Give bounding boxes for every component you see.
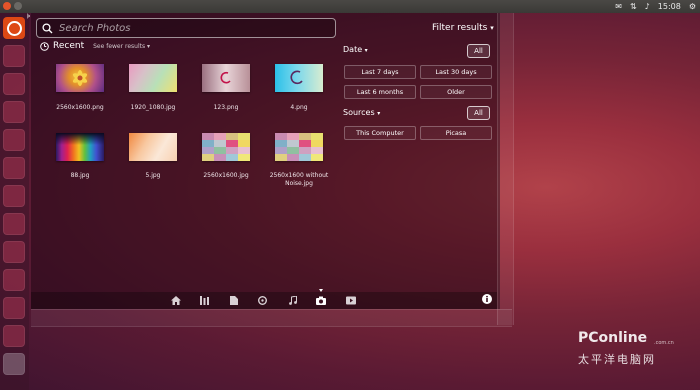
search-icon	[42, 23, 53, 34]
filter-results-label: Filter results	[432, 23, 488, 33]
flower-image	[72, 70, 88, 86]
photo-caption: 2560x1600.png	[56, 104, 104, 111]
see-fewer-label: See fewer results	[93, 42, 146, 50]
photo-caption: 5.jpg	[145, 172, 161, 179]
info-icon[interactable]	[482, 294, 492, 304]
launcher-item-impress[interactable]	[3, 157, 25, 179]
camera-icon[interactable]	[316, 296, 326, 305]
applications-icon[interactable]	[200, 296, 209, 305]
filter-last-30-days[interactable]: Last 30 days	[420, 65, 492, 79]
launcher-item-amazon[interactable]	[3, 213, 25, 235]
volume-icon[interactable]: ♪	[645, 0, 650, 13]
sources-label: Sources	[343, 108, 375, 117]
photo-thumbnail[interactable]	[275, 64, 323, 92]
sources-all-button[interactable]: All	[467, 106, 490, 120]
photo-caption: 4.png	[290, 104, 308, 111]
clock[interactable]: 15:08	[658, 0, 681, 13]
dash-home-button[interactable]	[3, 17, 25, 39]
sources-filter-header[interactable]: Sources ▾	[343, 108, 380, 117]
photo-thumbnail[interactable]	[202, 64, 250, 92]
photo-thumbnail[interactable]	[56, 133, 104, 161]
debian-swirl-image	[220, 71, 231, 84]
date-filter-header[interactable]: Date ▾	[343, 45, 368, 54]
recent-header: Recent See fewer results ▾	[40, 40, 150, 52]
watermark: PConline .com.cn 太平洋电脑网	[578, 330, 688, 370]
launcher-item-chrome[interactable]	[3, 269, 25, 291]
photo-thumbnail[interactable]	[275, 133, 323, 161]
source-this-computer[interactable]: This Computer	[344, 126, 416, 140]
launcher-item-files[interactable]	[3, 45, 25, 67]
launcher	[0, 13, 29, 390]
filter-last-6-months[interactable]: Last 6 months	[344, 85, 416, 99]
launcher-item-writer[interactable]	[3, 101, 25, 123]
launcher-item-workspaces[interactable]	[3, 297, 25, 319]
dash-border-right	[497, 13, 514, 325]
watermark-chinese: 太平洋电脑网	[578, 353, 656, 366]
files-icon[interactable]	[230, 296, 238, 305]
tiles-image	[275, 133, 323, 161]
recent-label: Recent	[53, 41, 85, 51]
photo-caption: 123.png	[213, 104, 239, 111]
messaging-icon[interactable]: ✉	[615, 0, 622, 13]
photo-thumbnail[interactable]	[202, 133, 250, 161]
chevron-down-icon: ▾	[364, 47, 368, 54]
launcher-item-terminal[interactable]	[3, 325, 25, 347]
network-icon[interactable]: ⇅	[630, 0, 637, 13]
search-box	[36, 18, 336, 38]
photo-caption: 2560x1600.jpg	[203, 172, 249, 179]
debian-swirl-image	[290, 70, 303, 85]
photo-thumbnail[interactable]	[56, 64, 104, 92]
photo-caption: 1920_1080.jpg	[130, 104, 176, 111]
home-icon[interactable]	[171, 296, 181, 305]
chevron-down-icon: ▾	[490, 24, 494, 32]
top-panel: ✉ ⇅ ♪ 15:08 ⚙	[0, 0, 700, 13]
source-picasa[interactable]: Picasa	[420, 126, 492, 140]
launcher-item-settings[interactable]	[3, 241, 25, 263]
photo-thumbnail[interactable]	[129, 133, 177, 161]
see-fewer-results-link[interactable]: See fewer results ▾	[93, 43, 150, 50]
music-note-icon[interactable]	[258, 296, 267, 305]
search-input[interactable]	[59, 21, 329, 35]
close-window-button[interactable]	[3, 2, 11, 10]
photo-thumbnail[interactable]	[129, 64, 177, 92]
filter-results-toggle[interactable]: Filter results ▾	[432, 23, 494, 33]
thumbnail-shade	[56, 133, 104, 145]
filter-last-7-days[interactable]: Last 7 days	[344, 65, 416, 79]
launcher-item-software-center[interactable]	[3, 185, 25, 207]
date-label: Date	[343, 45, 363, 54]
date-all-button[interactable]: All	[467, 44, 490, 58]
watermark-brand: PConline	[578, 330, 648, 346]
chevron-down-icon: ▾	[147, 42, 151, 50]
launcher-item-calc[interactable]	[3, 129, 25, 151]
active-lens-indicator	[319, 289, 323, 292]
photo-caption: 2560x1600 without Noise.jpg	[269, 172, 329, 187]
clock-icon	[40, 41, 49, 51]
video-icon[interactable]	[346, 296, 356, 305]
music-icon[interactable]	[289, 296, 297, 305]
trash-icon[interactable]	[3, 353, 25, 375]
tiles-image	[202, 133, 250, 161]
dash-border-bottom	[31, 309, 512, 327]
filter-older[interactable]: Older	[420, 85, 492, 99]
minimize-window-button[interactable]	[14, 2, 22, 10]
ubuntu-logo-icon	[6, 20, 22, 36]
launcher-item-browser[interactable]	[3, 73, 25, 95]
photo-caption: 88.jpg	[70, 172, 90, 179]
indicator-tray: ✉ ⇅ ♪ 15:08 ⚙	[615, 0, 696, 13]
dash	[31, 13, 500, 309]
gear-icon[interactable]: ⚙	[689, 0, 696, 13]
watermark-domain: .com.cn	[654, 340, 674, 346]
chevron-down-icon: ▾	[377, 110, 381, 117]
